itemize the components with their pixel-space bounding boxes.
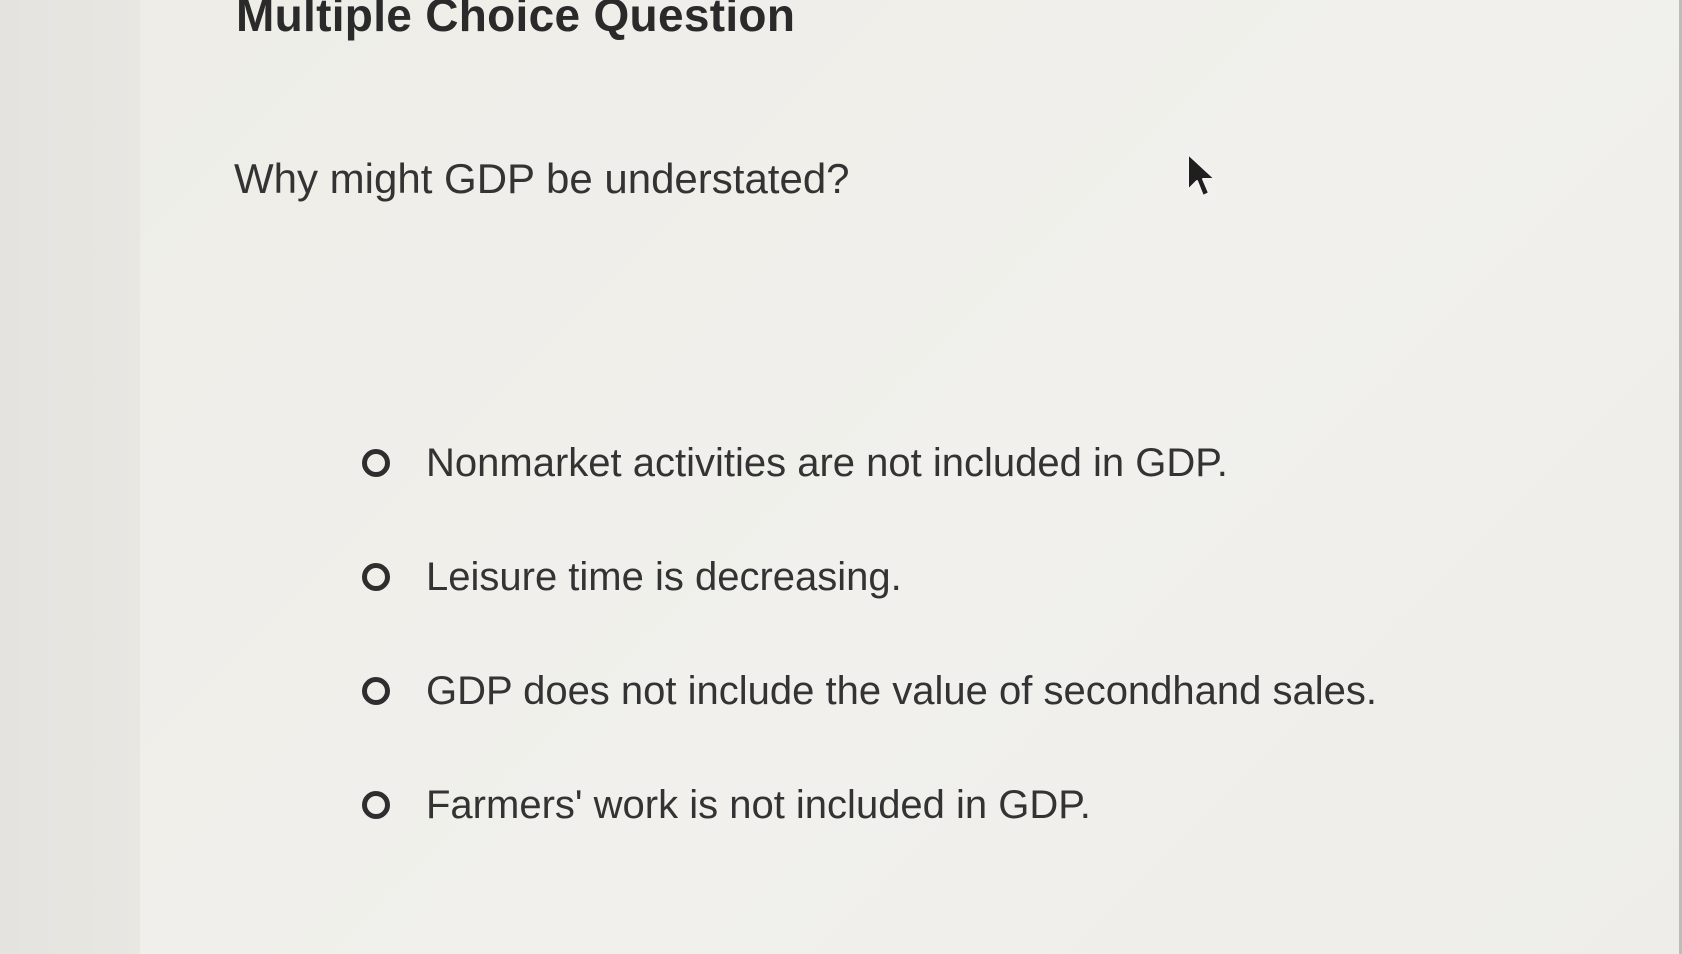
choice-label: Nonmarket activities are not included in… <box>426 440 1228 485</box>
choice-option-4[interactable]: Farmers' work is not included in GDP. <box>362 774 1562 888</box>
choice-option-1[interactable]: Nonmarket activities are not included in… <box>362 432 1562 546</box>
left-gutter <box>0 0 140 954</box>
question-prompt: Why might GDP be understated? <box>234 155 850 202</box>
mouse-pointer-icon <box>1187 153 1216 197</box>
choice-option-3[interactable]: GDP does not include the value of second… <box>362 660 1562 774</box>
radio-unchecked-icon[interactable] <box>362 791 390 819</box>
answer-choices: Nonmarket activities are not included in… <box>362 432 1562 888</box>
choice-label: GDP does not include the value of second… <box>426 668 1378 713</box>
choice-label: Farmers' work is not included in GDP. <box>426 782 1091 827</box>
question-heading: Multiple Choice Question <box>236 0 796 41</box>
choice-option-2[interactable]: Leisure time is decreasing. <box>362 546 1562 660</box>
choice-label: Leisure time is decreasing. <box>426 554 902 599</box>
radio-unchecked-icon[interactable] <box>362 677 390 705</box>
radio-unchecked-icon[interactable] <box>362 563 390 591</box>
radio-unchecked-icon[interactable] <box>362 449 390 477</box>
